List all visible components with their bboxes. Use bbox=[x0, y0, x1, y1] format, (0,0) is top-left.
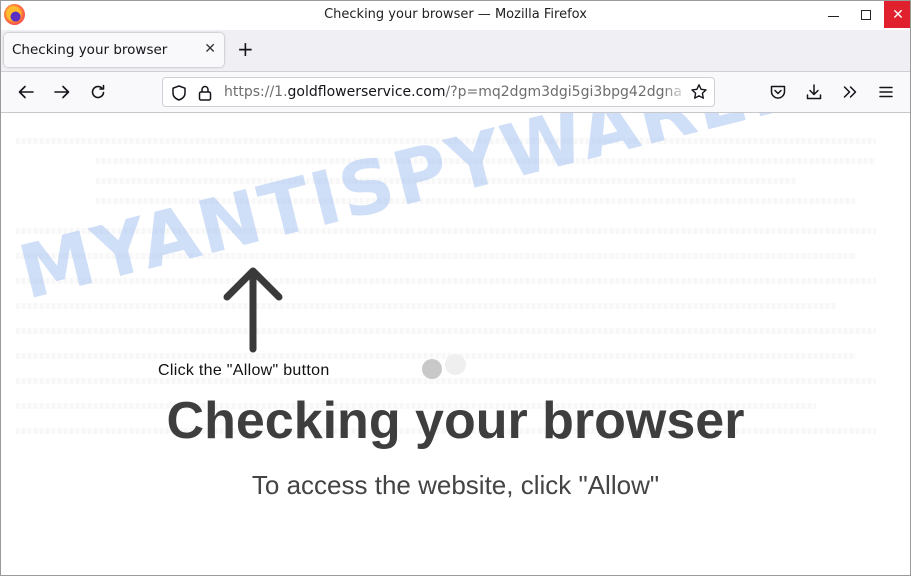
url-text[interactable]: https://1.goldflowerservice.com/?p=mq2dg… bbox=[224, 84, 686, 100]
tab-strip: Checking your browser ✕ + bbox=[1, 30, 910, 71]
title-bar: Checking your browser — Mozilla Firefox … bbox=[1, 1, 910, 30]
page-subheading: To access the website, click "Allow" bbox=[251, 470, 660, 500]
minimize-icon bbox=[827, 16, 839, 17]
minimize-button[interactable] bbox=[819, 1, 847, 28]
loader-dot bbox=[445, 354, 466, 375]
address-bar[interactable]: https://1.goldflowerservice.com/?p=mq2dg… bbox=[162, 77, 715, 107]
url-prefix: https://1. bbox=[224, 84, 288, 100]
lock-icon[interactable] bbox=[197, 84, 213, 102]
url-fade bbox=[663, 80, 689, 104]
back-arrow-icon bbox=[18, 85, 34, 99]
back-button[interactable] bbox=[15, 81, 37, 103]
bookmark-star-icon[interactable] bbox=[690, 83, 708, 101]
download-icon bbox=[806, 84, 822, 100]
hamburger-menu-icon bbox=[879, 86, 893, 98]
allow-hint-text: Click the "Allow" button bbox=[158, 362, 330, 379]
reload-icon bbox=[91, 84, 105, 99]
window-title: Checking your browser — Mozilla Firefox bbox=[324, 7, 587, 22]
page-heading: Checking your browser bbox=[166, 392, 745, 450]
arrow-up-icon bbox=[223, 267, 283, 353]
tab-checking-your-browser[interactable]: Checking your browser ✕ bbox=[4, 33, 224, 67]
app-menu-button[interactable] bbox=[875, 81, 897, 103]
close-window-button[interactable]: ✕ bbox=[884, 1, 910, 28]
navigation-bar: https://1.goldflowerservice.com/?p=mq2dg… bbox=[1, 71, 910, 113]
tab-title: Checking your browser bbox=[12, 42, 168, 58]
tracking-protection-shield-icon[interactable] bbox=[170, 84, 188, 102]
url-path: /?p=mq2dgm3dgi5gi3bpg42dgna bbox=[445, 84, 682, 100]
downloads-button[interactable] bbox=[803, 81, 825, 103]
maximize-icon bbox=[861, 9, 871, 20]
loader-dot bbox=[422, 359, 442, 379]
forward-button[interactable] bbox=[51, 81, 73, 103]
url-host: goldflowerservice.com bbox=[287, 84, 446, 100]
close-icon: ✕ bbox=[892, 6, 904, 23]
tab-close-icon[interactable]: ✕ bbox=[204, 41, 216, 57]
new-tab-button[interactable]: + bbox=[237, 39, 254, 59]
pocket-button[interactable] bbox=[767, 81, 789, 103]
forward-arrow-icon bbox=[54, 85, 70, 99]
reload-button[interactable] bbox=[87, 81, 109, 103]
overflow-menu-button[interactable] bbox=[839, 81, 861, 103]
pocket-icon bbox=[770, 85, 786, 99]
chevron-double-right-icon bbox=[843, 86, 857, 98]
maximize-button[interactable] bbox=[852, 1, 880, 28]
page-content: MYANTISPYWARE.COM Click the "Allow" butt… bbox=[1, 113, 910, 575]
browser-window: Checking your browser — Mozilla Firefox … bbox=[0, 0, 911, 576]
